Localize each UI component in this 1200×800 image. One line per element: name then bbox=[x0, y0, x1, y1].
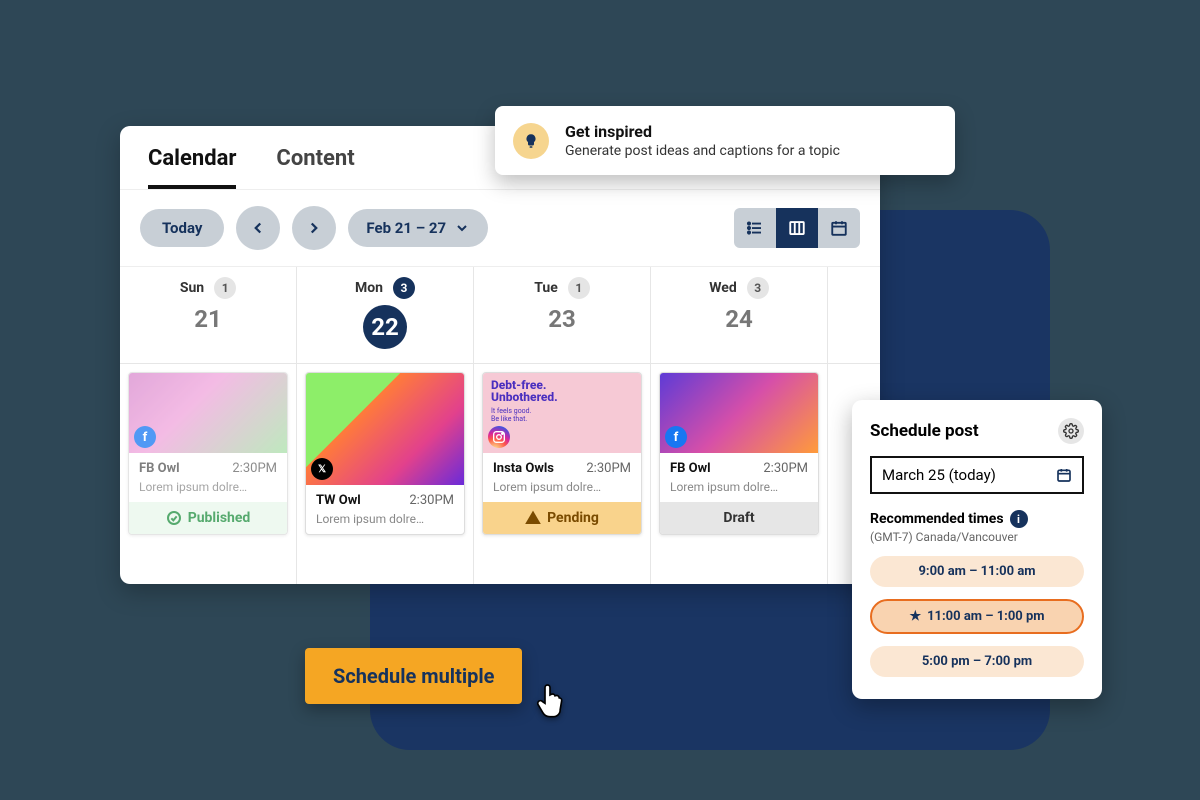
post-count-badge: 3 bbox=[747, 277, 769, 299]
inspire-subtitle: Generate post ideas and captions for a t… bbox=[565, 143, 840, 159]
columns-icon bbox=[788, 219, 806, 237]
calendar-icon bbox=[830, 219, 848, 237]
prev-button[interactable] bbox=[236, 206, 280, 250]
view-month-button[interactable] bbox=[818, 208, 860, 248]
post-card[interactable]: f FB Owl 2:30PM Lorem ipsum dolre… Draft bbox=[659, 372, 819, 535]
post-thumbnail: f bbox=[129, 373, 287, 453]
star-icon: ★ bbox=[909, 609, 921, 624]
day-number: 24 bbox=[725, 305, 753, 333]
calendar-icon bbox=[1056, 467, 1072, 483]
post-count-badge: 3 bbox=[393, 277, 415, 299]
view-switcher bbox=[734, 208, 860, 248]
post-excerpt: Lorem ipsum dolre… bbox=[316, 512, 454, 526]
chevron-right-icon bbox=[305, 219, 323, 237]
day-header-sun[interactable]: Sun 1 21 bbox=[120, 267, 297, 363]
inspire-callout[interactable]: Get inspired Generate post ideas and cap… bbox=[495, 106, 955, 175]
post-card[interactable]: Debt-free. Unbothered. It feels good. Be… bbox=[482, 372, 642, 535]
post-time: 2:30PM bbox=[763, 461, 808, 476]
tab-content[interactable]: Content bbox=[276, 146, 354, 189]
status-badge: Published bbox=[129, 502, 287, 534]
post-excerpt: Lorem ipsum dolre… bbox=[139, 480, 277, 494]
today-button[interactable]: Today bbox=[140, 209, 224, 247]
schedule-multiple-button[interactable]: Schedule multiple bbox=[305, 648, 522, 704]
post-cell: f FB Owl 2:30PM Lorem ipsum dolre… Publi… bbox=[120, 364, 297, 584]
post-count-badge: 1 bbox=[214, 277, 236, 299]
day-header-mon[interactable]: Mon 3 22 bbox=[297, 267, 474, 363]
post-excerpt: Lorem ipsum dolre… bbox=[670, 480, 808, 494]
tab-calendar[interactable]: Calendar bbox=[148, 146, 236, 189]
status-badge: Draft bbox=[660, 502, 818, 534]
post-thumbnail: 𝕏 bbox=[306, 373, 464, 485]
facebook-icon: f bbox=[665, 426, 687, 448]
warning-icon bbox=[525, 510, 541, 526]
schedule-panel-title: Schedule post bbox=[870, 421, 979, 441]
time-slot-featured[interactable]: ★ 11:00 am – 1:00 pm bbox=[870, 599, 1084, 634]
post-cell: f FB Owl 2:30PM Lorem ipsum dolre… Draft bbox=[651, 364, 828, 584]
post-time: 2:30PM bbox=[232, 461, 277, 476]
thumb-text: Unbothered. bbox=[491, 391, 633, 404]
post-cell: 𝕏 TW Owl 2:30PM Lorem ipsum dolre… bbox=[297, 364, 474, 584]
post-card[interactable]: 𝕏 TW Owl 2:30PM Lorem ipsum dolre… bbox=[305, 372, 465, 535]
day-name: Wed bbox=[709, 280, 736, 296]
date-range-picker[interactable]: Feb 21 – 27 bbox=[348, 209, 488, 247]
schedule-post-panel: Schedule post March 25 (today) Recommend… bbox=[852, 400, 1102, 699]
view-list-button[interactable] bbox=[734, 208, 776, 248]
day-header-tue[interactable]: Tue 1 23 bbox=[474, 267, 651, 363]
post-thumbnail: f bbox=[660, 373, 818, 453]
day-name: Sun bbox=[180, 280, 204, 296]
instagram-icon bbox=[488, 426, 510, 448]
post-count-badge: 1 bbox=[568, 277, 590, 299]
calendar-card: Calendar Content Today Feb 21 – 27 bbox=[120, 126, 880, 584]
post-title: FB Owl bbox=[139, 461, 180, 476]
view-week-button[interactable] bbox=[776, 208, 818, 248]
post-title: TW Owl bbox=[316, 493, 361, 508]
date-range-label: Feb 21 – 27 bbox=[366, 219, 446, 237]
timezone-label: (GMT-7) Canada/Vancouver bbox=[870, 530, 1084, 544]
list-icon bbox=[746, 219, 764, 237]
x-twitter-icon: 𝕏 bbox=[311, 458, 333, 480]
calendar-toolbar: Today Feb 21 – 27 bbox=[120, 190, 880, 267]
post-thumbnail: Debt-free. Unbothered. It feels good. Be… bbox=[483, 373, 641, 453]
time-slot[interactable]: 9:00 am – 11:00 am bbox=[870, 556, 1084, 587]
day-name: Mon bbox=[355, 280, 383, 296]
day-number: 22 bbox=[363, 305, 407, 349]
check-circle-icon bbox=[166, 510, 182, 526]
schedule-date-input[interactable]: March 25 (today) bbox=[870, 456, 1084, 494]
lightbulb-icon bbox=[513, 123, 549, 159]
day-number: 21 bbox=[194, 305, 222, 333]
day-header-wed[interactable]: Wed 3 24 bbox=[651, 267, 828, 363]
gear-icon bbox=[1063, 423, 1079, 439]
settings-button[interactable] bbox=[1058, 418, 1084, 444]
chevron-left-icon bbox=[249, 219, 267, 237]
day-name: Tue bbox=[534, 280, 558, 296]
post-title: FB Owl bbox=[670, 461, 711, 476]
inspire-title: Get inspired bbox=[565, 122, 840, 141]
post-time: 2:30PM bbox=[409, 493, 454, 508]
post-row: f FB Owl 2:30PM Lorem ipsum dolre… Publi… bbox=[120, 364, 880, 584]
day-number: 23 bbox=[548, 305, 576, 333]
status-badge: Pending bbox=[483, 502, 641, 534]
post-time: 2:30PM bbox=[586, 461, 631, 476]
next-button[interactable] bbox=[292, 206, 336, 250]
chevron-down-icon bbox=[454, 220, 470, 236]
info-icon[interactable]: i bbox=[1010, 510, 1028, 528]
thumb-text: It feels good. bbox=[491, 407, 633, 415]
post-cell: Debt-free. Unbothered. It feels good. Be… bbox=[474, 364, 651, 584]
day-header-overflow bbox=[828, 267, 880, 363]
day-headers: Sun 1 21 Mon 3 22 Tue 1 23 Wed 3 24 bbox=[120, 267, 880, 364]
thumb-text: Be like that. bbox=[491, 415, 633, 423]
recommended-times-label: Recommended times bbox=[870, 511, 1004, 527]
facebook-icon: f bbox=[134, 426, 156, 448]
post-excerpt: Lorem ipsum dolre… bbox=[493, 480, 631, 494]
schedule-date-value: March 25 (today) bbox=[882, 466, 996, 484]
post-title: Insta Owls bbox=[493, 461, 554, 476]
post-card[interactable]: f FB Owl 2:30PM Lorem ipsum dolre… Publi… bbox=[128, 372, 288, 535]
time-slot[interactable]: 5:00 pm – 7:00 pm bbox=[870, 646, 1084, 677]
